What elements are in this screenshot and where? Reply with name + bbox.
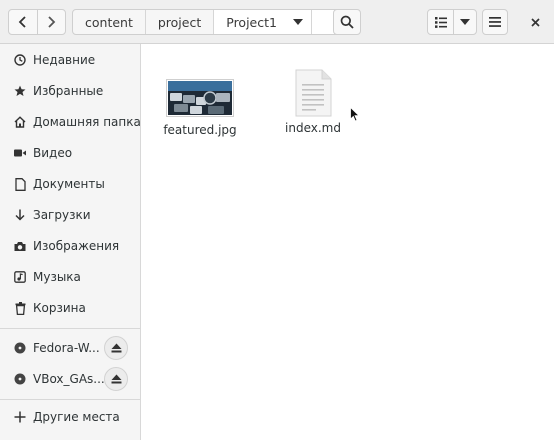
sidebar-item-label: Корзина <box>33 301 86 315</box>
sidebar-item-label: Fedora-W... <box>33 341 100 355</box>
file-view: featured.jpg index.md <box>142 45 554 440</box>
image-thumbnail <box>166 79 234 117</box>
disc-icon <box>13 341 27 355</box>
list-view-icon <box>434 16 447 28</box>
caret-down-icon <box>292 19 303 25</box>
menu-button[interactable] <box>482 9 508 35</box>
document-icon <box>13 177 27 191</box>
clock-icon <box>13 53 27 67</box>
sidebar-item-pictures[interactable]: Изображения <box>0 232 140 260</box>
eject-button[interactable] <box>104 367 128 391</box>
eject-button[interactable] <box>104 336 128 360</box>
sidebar-item-label: Изображения <box>33 239 120 253</box>
sidebar-item-documents[interactable]: Документы <box>0 170 140 198</box>
sidebar: Недавние Избранные Домашняя папка Видео … <box>0 44 141 440</box>
sidebar-item-label: Другие места <box>33 410 120 424</box>
text-file-icon <box>295 69 332 117</box>
breadcrumb-current-label: Project1 <box>226 14 277 30</box>
sidebar-item-trash[interactable]: Корзина <box>0 294 140 322</box>
back-button[interactable] <box>9 10 37 34</box>
file-item-index[interactable]: index.md <box>268 69 358 135</box>
sidebar-item-starred[interactable]: Избранные <box>0 77 140 105</box>
breadcrumb: content project Project1 <box>72 9 347 35</box>
sidebar-item-label: Домашняя папка <box>33 115 140 129</box>
caret-down-icon <box>460 19 471 25</box>
file-name: index.md <box>285 121 341 135</box>
file-name: featured.jpg <box>163 123 237 137</box>
music-icon <box>13 270 27 284</box>
navigation-buttons <box>8 9 66 35</box>
forward-button[interactable] <box>36 10 65 34</box>
sidebar-item-label: Документы <box>33 177 105 191</box>
home-icon <box>13 115 27 129</box>
download-icon <box>13 208 27 222</box>
disc-icon <box>13 372 27 386</box>
trash-icon <box>13 301 27 315</box>
mouse-cursor-icon <box>350 107 360 122</box>
sidebar-separator <box>0 328 140 329</box>
chevron-left-icon <box>18 16 26 28</box>
search-icon <box>340 15 354 29</box>
sidebar-item-label: Музыка <box>33 270 81 284</box>
breadcrumb-item-current[interactable]: Project1 <box>214 10 312 34</box>
breadcrumb-item-project[interactable]: project <box>146 10 215 34</box>
camera-icon <box>13 239 27 253</box>
sidebar-item-recent[interactable]: Недавние <box>0 46 140 74</box>
sidebar-separator <box>0 399 140 400</box>
eject-icon <box>111 374 121 384</box>
sidebar-item-label: Загрузки <box>33 208 91 222</box>
sidebar-item-videos[interactable]: Видео <box>0 139 140 167</box>
header-bar: content project Project1 <box>0 0 554 44</box>
close-icon <box>530 17 540 27</box>
plus-icon <box>13 410 27 424</box>
sidebar-item-downloads[interactable]: Загрузки <box>0 201 140 229</box>
file-item-featured[interactable]: featured.jpg <box>155 79 245 137</box>
search-button[interactable] <box>333 9 361 35</box>
sidebar-item-label: Избранные <box>33 84 104 98</box>
star-icon <box>13 84 27 98</box>
view-options-button[interactable] <box>454 10 476 34</box>
hamburger-icon <box>489 17 501 27</box>
sidebar-item-label: VBox_GAs... <box>33 372 105 386</box>
view-toggle-group <box>427 9 477 35</box>
sidebar-item-other-locations[interactable]: Другие места <box>0 403 140 431</box>
video-icon <box>13 146 27 160</box>
eject-icon <box>111 343 121 353</box>
close-button[interactable] <box>524 13 546 31</box>
sidebar-item-label: Видео <box>33 146 73 160</box>
list-view-button[interactable] <box>428 10 455 34</box>
sidebar-item-label: Недавние <box>33 53 96 67</box>
chevron-right-icon <box>48 16 56 28</box>
sidebar-item-home[interactable]: Домашняя папка <box>0 108 140 136</box>
breadcrumb-item-content[interactable]: content <box>73 10 146 34</box>
sidebar-item-music[interactable]: Музыка <box>0 263 140 291</box>
